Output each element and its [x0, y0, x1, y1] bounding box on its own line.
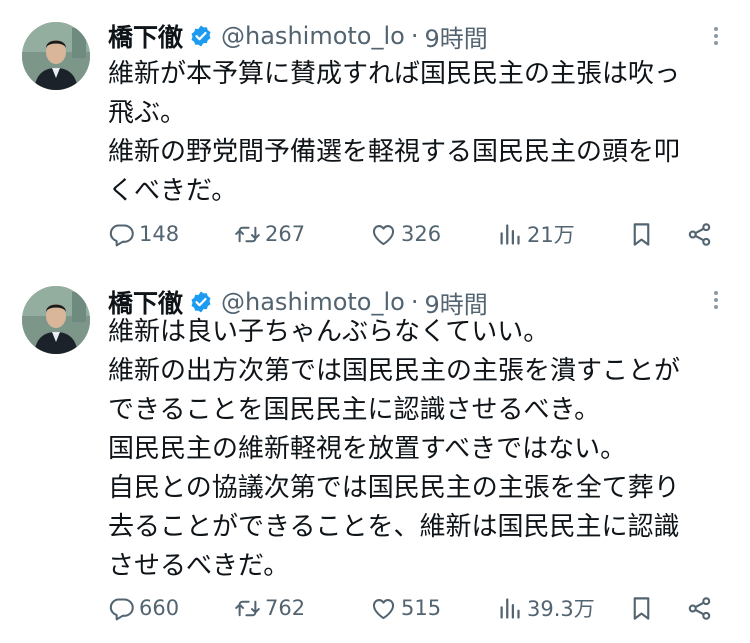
verified-badge-icon: [189, 24, 213, 48]
avatar[interactable]: [22, 22, 90, 90]
like-button[interactable]: 515: [370, 590, 441, 626]
share-icon: [688, 596, 711, 620]
views-count: 39.3万: [527, 597, 595, 621]
tweet-text-line: 維新の野党間予備選を軽視する国民民主の頭を叩: [108, 137, 681, 167]
reply-count: 660: [139, 596, 180, 620]
timestamp[interactable]: 9時間: [424, 19, 487, 54]
reply-icon: [109, 223, 134, 246]
tweet-1[interactable]: 橋下徹 @hashimoto_lo · 9時間 維新が本予算に賛成すれば国民民主…: [0, 0, 750, 268]
like-count: 326: [401, 222, 442, 246]
like-icon: [372, 224, 395, 245]
repost-count: 267: [265, 222, 306, 246]
tweet-2[interactable]: 橋下徹 @hashimoto_lo · 9時間 維新は良い子ちゃんぶらなくていい…: [0, 268, 750, 643]
bookmark-button[interactable]: [628, 590, 655, 626]
tweet-text: 維新は良い子ちゃんぶらなくていい。 維新の出方次第では国民民主の主張を潰すことが…: [108, 313, 733, 586]
reply-button[interactable]: 148: [108, 216, 179, 252]
avatar[interactable]: [22, 286, 90, 354]
tweet-text-line: 去ることができることを、維新は国民民主に認識: [108, 512, 680, 542]
views-count: 21万: [527, 223, 575, 247]
tweet-text-line: させるべきだ。: [108, 551, 290, 581]
action-bar: 660 762 515 39.3万: [108, 590, 728, 626]
views-button[interactable]: 21万: [496, 216, 575, 252]
separator-dot: ·: [410, 22, 419, 50]
reply-button[interactable]: 660: [108, 590, 179, 626]
more-options-icon[interactable]: [706, 24, 726, 52]
repost-icon: [235, 226, 260, 242]
views-button[interactable]: 39.3万: [496, 590, 595, 626]
like-button[interactable]: 326: [370, 216, 441, 252]
more-options-icon[interactable]: [706, 288, 726, 316]
share-button[interactable]: [686, 590, 713, 626]
bookmark-icon: [633, 222, 650, 246]
tweet-text-line: 国民民主の維新軽視を放置すべきではない。: [108, 434, 627, 464]
share-button[interactable]: [686, 216, 713, 252]
tweet-text-line: 維新が本予算に賛成すれば国民民主の主張は吹っ: [108, 59, 681, 89]
share-icon: [688, 222, 711, 246]
repost-button[interactable]: 267: [234, 216, 305, 252]
repost-icon: [235, 600, 260, 616]
verified-badge-icon: [189, 290, 213, 314]
tweet-text-line: 自民との協議次第では国民民主の主張を全て葬り: [108, 473, 680, 503]
author-handle[interactable]: @hashimoto_lo: [221, 22, 405, 50]
bookmark-icon: [633, 596, 650, 620]
repost-count: 762: [265, 596, 306, 620]
tweet-text-line: 維新は良い子ちゃんぶらなくていい。: [108, 317, 550, 347]
views-icon: [500, 597, 520, 619]
like-icon: [372, 598, 395, 619]
tweet-text-line: くべきだ。: [108, 176, 238, 206]
tweet-text-line: できることを国民民主に認識させるべき。: [108, 395, 601, 425]
tweet-text-line: 維新の出方次第では国民民主の主張を潰すことが: [108, 356, 681, 386]
reply-icon: [109, 597, 134, 620]
views-icon: [500, 223, 520, 245]
author-handle[interactable]: @hashimoto_lo: [221, 288, 405, 316]
repost-button[interactable]: 762: [234, 590, 305, 626]
separator-dot: ·: [410, 288, 419, 316]
tweet-header: 橋下徹 @hashimoto_lo · 9時間: [108, 16, 488, 56]
author-name[interactable]: 橋下徹: [108, 18, 183, 54]
tweet-text: 維新が本予算に賛成すれば国民民主の主張は吹っ 飛ぶ。 維新の野党間予備選を軽視す…: [108, 55, 733, 211]
action-bar: 148 267 326 21万: [108, 216, 728, 252]
like-count: 515: [401, 596, 442, 620]
tweet-text-line: 飛ぶ。: [108, 98, 187, 128]
bookmark-button[interactable]: [628, 216, 655, 252]
reply-count: 148: [139, 222, 180, 246]
